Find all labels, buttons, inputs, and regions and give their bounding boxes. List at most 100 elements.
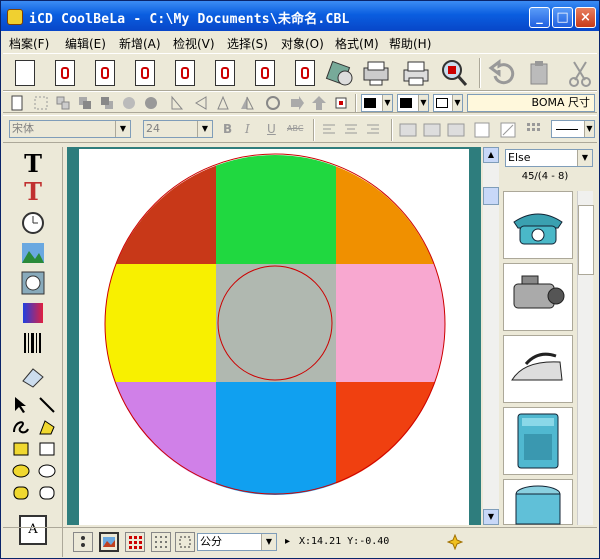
clipart-item-telephone[interactable] bbox=[503, 191, 573, 259]
rounded-rect-tool-icon[interactable] bbox=[37, 483, 61, 507]
menu-view[interactable]: 检视(V) bbox=[173, 35, 215, 52]
underline-button[interactable]: U bbox=[267, 122, 276, 136]
menu-file[interactable]: 档案(F) bbox=[9, 35, 49, 52]
maximize-button[interactable]: □ bbox=[552, 7, 573, 28]
cd-picture-icon[interactable] bbox=[21, 271, 45, 295]
grid-icon[interactable] bbox=[525, 121, 541, 137]
view-mode-1-icon[interactable] bbox=[73, 532, 93, 552]
text-tool[interactable]: T bbox=[21, 152, 45, 177]
new-document-icon[interactable] bbox=[11, 58, 41, 88]
magnifier-icon[interactable] bbox=[439, 58, 469, 88]
blank-doc-icon[interactable] bbox=[9, 95, 25, 111]
italic-button[interactable]: I bbox=[245, 122, 250, 136]
align-left-icon[interactable] bbox=[169, 95, 185, 111]
label-layout-2-icon[interactable] bbox=[91, 58, 121, 88]
printer-icon[interactable] bbox=[401, 58, 431, 88]
label-layout-1-icon[interactable] bbox=[51, 58, 81, 88]
clipart-scrollbar[interactable] bbox=[577, 191, 594, 525]
bring-front-icon[interactable] bbox=[77, 95, 93, 111]
label-page[interactable] bbox=[79, 149, 469, 525]
barcode-icon[interactable] bbox=[21, 331, 45, 355]
pointer-icon[interactable] bbox=[11, 395, 35, 419]
scroll-up-button[interactable]: ▲ bbox=[483, 147, 499, 163]
frame-icon[interactable] bbox=[473, 121, 490, 138]
polygon-tool-icon[interactable] bbox=[37, 417, 61, 441]
strike-button[interactable]: ABC bbox=[287, 124, 303, 133]
text-align-left-icon[interactable] bbox=[321, 122, 337, 138]
canvas-scrollbar[interactable]: ▲ ▼ bbox=[483, 147, 499, 525]
line-color-picker[interactable]: ▼ bbox=[361, 94, 393, 112]
cd-label-canvas[interactable] bbox=[79, 149, 469, 525]
align-center-icon[interactable] bbox=[193, 95, 209, 111]
clipart-item-iron[interactable] bbox=[503, 335, 573, 403]
scroll-down-button[interactable]: ▼ bbox=[483, 509, 499, 525]
edit-frame-icon[interactable] bbox=[499, 121, 516, 138]
minimize-button[interactable]: _ bbox=[529, 7, 550, 28]
menu-help[interactable]: 帮助(H) bbox=[389, 35, 431, 52]
close-button[interactable]: × bbox=[575, 7, 596, 28]
curved-text-icon[interactable] bbox=[21, 365, 45, 389]
ungroup-icon[interactable] bbox=[55, 95, 71, 111]
text-effect-3-icon[interactable] bbox=[447, 121, 465, 137]
clipart-item-washing-machine[interactable] bbox=[503, 407, 573, 475]
title-bar[interactable]: iCD CoolBeLa - C:\My Documents\未命名.CBL _… bbox=[1, 1, 599, 31]
menu-object[interactable]: 对象(O) bbox=[281, 35, 324, 52]
menu-select[interactable]: 选择(S) bbox=[227, 35, 268, 52]
label-layout-4-icon[interactable] bbox=[171, 58, 201, 88]
send-back-icon[interactable] bbox=[99, 95, 115, 111]
dot-grid-icon[interactable] bbox=[151, 532, 171, 552]
curve-tool-icon[interactable] bbox=[11, 417, 35, 441]
picture-icon[interactable] bbox=[21, 241, 45, 265]
menu-edit[interactable]: 编辑(E) bbox=[65, 35, 106, 52]
rect-tool-icon[interactable] bbox=[37, 439, 61, 463]
arrow-right-icon[interactable] bbox=[289, 95, 305, 111]
draw-toolbar: ▼ ▼ ▼ BOMA 尺寸 bbox=[3, 91, 597, 113]
rect-fill-tool-icon[interactable] bbox=[11, 439, 35, 463]
gradient-icon[interactable] bbox=[21, 301, 45, 325]
text-align-center-icon[interactable] bbox=[343, 122, 359, 138]
line-style-select[interactable]: ▼ bbox=[551, 120, 595, 138]
clipart-item-camcorder[interactable] bbox=[503, 263, 573, 331]
view-mode-2-icon[interactable] bbox=[99, 532, 119, 552]
label-layout-3-icon[interactable] bbox=[131, 58, 161, 88]
clipart-scroll-thumb[interactable] bbox=[578, 205, 594, 275]
menu-format[interactable]: 格式(M) bbox=[335, 35, 379, 52]
color-text-tool[interactable]: T bbox=[21, 180, 45, 205]
snap-icon[interactable] bbox=[175, 532, 195, 552]
text-effect-2-icon[interactable] bbox=[423, 121, 441, 137]
undo-icon[interactable] bbox=[487, 58, 517, 88]
align-right-icon[interactable] bbox=[215, 95, 231, 111]
paste-icon[interactable] bbox=[525, 58, 555, 88]
ellipse-fill-tool-icon[interactable] bbox=[11, 461, 35, 485]
bg-color-picker[interactable]: ▼ bbox=[433, 94, 463, 112]
label-layout-5-icon[interactable] bbox=[211, 58, 241, 88]
unit-select[interactable]: 公分 ▼ bbox=[197, 533, 277, 551]
grid-view-icon[interactable] bbox=[125, 532, 145, 552]
clipart-category-select[interactable]: Else ▼ bbox=[505, 149, 593, 167]
rotate-icon[interactable] bbox=[265, 95, 281, 111]
ellipse-tool-icon[interactable] bbox=[37, 461, 61, 485]
arrow-up-icon[interactable] bbox=[311, 95, 327, 111]
font-size-select[interactable]: 24 ▼ bbox=[143, 120, 213, 138]
backward-icon[interactable] bbox=[143, 95, 159, 111]
cd-print-icon[interactable] bbox=[325, 58, 355, 88]
cut-icon[interactable] bbox=[565, 58, 595, 88]
fill-color-picker[interactable]: ▼ bbox=[397, 94, 429, 112]
scroll-thumb[interactable] bbox=[483, 187, 499, 205]
text-effect-1-icon[interactable] bbox=[399, 121, 417, 137]
bold-button[interactable]: B bbox=[223, 122, 232, 136]
clipart-item-rice-cooker[interactable] bbox=[503, 479, 573, 525]
label-layout-6-icon[interactable] bbox=[251, 58, 281, 88]
forward-icon[interactable] bbox=[121, 95, 137, 111]
disc-printer-icon[interactable] bbox=[361, 58, 391, 88]
clock-icon[interactable] bbox=[21, 211, 45, 235]
menu-add[interactable]: 新增(A) bbox=[119, 35, 161, 52]
text-align-right-icon[interactable] bbox=[365, 122, 381, 138]
flip-icon[interactable] bbox=[239, 95, 255, 111]
shadow-icon[interactable] bbox=[333, 95, 349, 111]
line-tool-icon[interactable] bbox=[37, 395, 61, 419]
label-layout-7-icon[interactable] bbox=[291, 58, 321, 88]
font-name-select[interactable]: 宋体 ▼ bbox=[9, 120, 131, 138]
group-icon[interactable] bbox=[33, 95, 49, 111]
rounded-rect-fill-tool-icon[interactable] bbox=[11, 483, 35, 507]
